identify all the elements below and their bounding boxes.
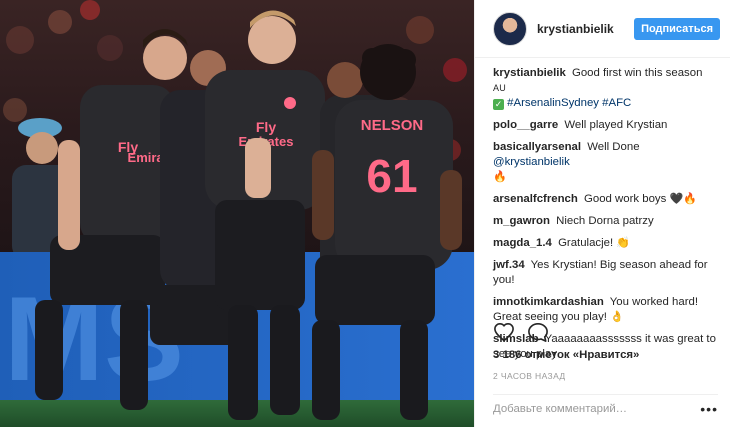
comment-text: Yes Krystian! Big season ahead for you! (493, 259, 708, 286)
hashtag-link[interactable]: #AFC (602, 97, 631, 109)
list-item: polo__garre Well played Krystian (493, 118, 718, 133)
follow-button[interactable]: Подписаться (634, 17, 720, 40)
comment-text: Gratulacje! (558, 237, 614, 249)
action-bar (493, 318, 718, 346)
list-item: arsenalfcfrench Good work boys 🖤🔥 (493, 192, 718, 207)
speech-bubble-icon[interactable] (527, 322, 549, 342)
instagram-post: MS Fly Emirates Fly NELSON 61 krystianbi… (0, 0, 730, 427)
comment-username[interactable]: arsenalfcfrench (493, 193, 578, 205)
checkmark-icon: ✓ (493, 99, 504, 110)
add-comment-bar: ••• (493, 394, 718, 423)
heart-fire-emoji-icon: 🖤🔥 (669, 193, 697, 205)
player-name: NELSON (361, 117, 424, 134)
fire-emoji-icon: 🔥 (493, 171, 507, 183)
post-photo[interactable]: MS Fly Emirates Fly NELSON 61 (0, 0, 474, 427)
post-sidebar: krystianbielik Подписаться krystianbieli… (474, 0, 730, 427)
comment-username[interactable]: m_gawron (493, 215, 550, 227)
comment-text: Well played Krystian (564, 119, 668, 131)
comment-text: Niech Dorna patrzy (556, 215, 654, 227)
comment-text: Well Done (587, 141, 640, 153)
svg-text:Fly: Fly (256, 119, 276, 135)
list-item: jwf.34 Yes Krystian! Big season ahead fo… (493, 258, 718, 288)
comment-username[interactable]: magda_1.4 (493, 237, 552, 249)
hashtag-link[interactable]: #ArsenalinSydney (507, 97, 599, 109)
list-item: magda_1.4 Gratulacje! 👏 (493, 236, 718, 251)
list-item: basicallyarsenal Well Done @krystianbiel… (493, 140, 718, 185)
comment-input[interactable] (493, 403, 701, 415)
comment-username[interactable]: imnotkimkardashian (493, 296, 604, 308)
comment-username[interactable]: jwf.34 (493, 259, 525, 271)
caption-text: Good first win this season (571, 67, 703, 79)
likes-count[interactable]: 3 186 отметок «Нравится» (493, 349, 639, 361)
header-username[interactable]: krystianbielik (537, 22, 634, 36)
comment-username[interactable]: basicallyarsenal (493, 141, 581, 153)
heart-outline-icon[interactable] (493, 322, 515, 342)
post-header: krystianbielik Подписаться (475, 0, 730, 58)
team-celebration-image: MS Fly Emirates Fly NELSON 61 (0, 0, 474, 427)
caption-flag: AU (493, 83, 507, 93)
comment-text: Good work boys (584, 193, 667, 205)
comment-username[interactable]: polo__garre (493, 119, 558, 131)
list-item: m_gawron Niech Dorna patrzy (493, 214, 718, 229)
caption: krystianbielik Good first win this seaso… (493, 66, 718, 111)
more-options-icon[interactable]: ••• (700, 401, 718, 417)
clap-emoji-icon: 👏 (616, 237, 631, 249)
caption-username[interactable]: krystianbielik (493, 67, 566, 79)
avatar[interactable] (493, 11, 527, 46)
player-number: 61 (366, 150, 417, 202)
timestamp: 2 часов назад (493, 371, 566, 381)
mention-link[interactable]: @krystianbielik (493, 156, 570, 168)
